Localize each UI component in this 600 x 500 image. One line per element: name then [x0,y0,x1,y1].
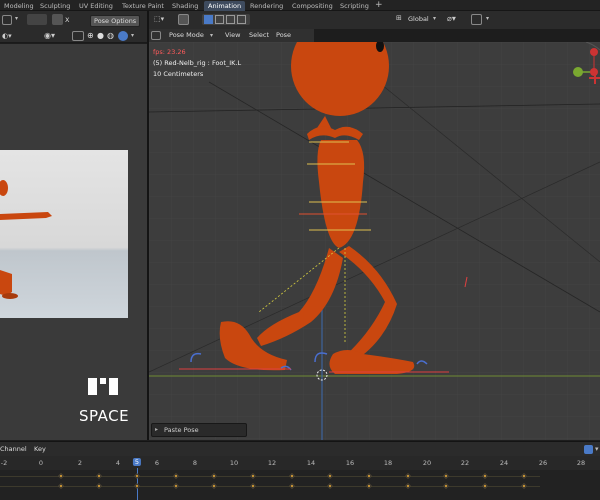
tab-animation[interactable]: Animation [204,1,246,11]
keyframe-row [0,476,540,477]
tab-modeling[interactable]: Modeling [0,1,38,11]
timeline-ruler[interactable] [0,456,600,470]
chevron-down-icon[interactable]: ▾ [15,15,18,22]
viewport-menu-bar: Pose Mode ▾ View Select Pose [149,29,314,42]
tab-shading[interactable]: Shading [168,1,202,11]
fps-readout: fps: 23.26 [153,48,186,56]
editor-type-icon[interactable] [2,15,12,25]
tab-texture-paint[interactable]: Texture Paint [118,1,168,11]
tab-rendering[interactable]: Rendering [246,1,287,11]
select-invert-icon[interactable] [237,15,246,24]
frame-tick: -2 [0,459,8,467]
dopesheet-channels[interactable] [0,470,600,500]
select-extend-icon[interactable] [215,15,224,24]
chevron-down-icon[interactable]: ▾ [210,29,213,42]
x-label: X [65,16,70,24]
brand-text: SPACE [79,407,130,425]
workspace-bar: Modeling Sculpting UV Editing Texture Pa… [0,0,600,11]
tab-compositing[interactable]: Compositing [288,1,337,11]
snap-icon[interactable] [471,14,482,25]
active-object-info: (5) Red-Nelb_rig : Foot_IK.L [153,59,242,67]
frame-tick: 20 [422,459,432,467]
tab-scripting[interactable]: Scripting [336,1,373,11]
frame-tick: 14 [306,459,316,467]
navigation-gizmo-icon[interactable] [566,44,600,94]
pose-options-button[interactable]: Pose Options [90,15,141,27]
render-preview-image [0,150,128,318]
left-editor-header: ▾ X Pose Options [0,11,147,29]
keyframe-row [0,486,540,487]
overlays-icon[interactable]: ◉▾ [44,31,55,40]
select-subtract-icon[interactable] [226,15,235,24]
frame-tick: 18 [383,459,393,467]
transform-orientation-icon: ⊞ [396,14,402,22]
frame-tick: 16 [345,459,355,467]
chevron-down-icon[interactable]: ▾ [486,15,489,22]
xray-icon[interactable] [72,31,84,41]
menu-view[interactable]: View [225,29,240,42]
viewport-header: ⬚▾ ⊞ Global ▾ ⌀▾ ▾ [149,11,600,29]
frame-tick: 24 [499,459,509,467]
solid-shading-icon[interactable]: ● [97,31,104,40]
mode-select[interactable]: Pose Mode [169,29,204,42]
menu-channel[interactable]: Channel [0,443,27,456]
frame-tick: 4 [115,459,121,467]
frame-tick: 28 [576,459,586,467]
wireframe-shading-icon[interactable]: ⊕ [87,31,94,40]
last-operator-label: Paste Pose [164,426,199,434]
editor-type-icon[interactable]: ⬚▾ [154,15,164,23]
grid-scale-info: 10 Centimeters [153,70,204,78]
last-operator-panel[interactable]: ▸ Paste Pose [151,423,247,437]
material-shading-icon[interactable]: ◍ [107,31,114,40]
select-mode-group[interactable] [202,14,250,25]
menu-key[interactable]: Key [34,443,46,456]
pose-mode-icon [151,31,161,40]
chevron-down-icon[interactable]: ▾ [595,445,599,453]
current-frame-indicator[interactable]: 5 [132,458,142,466]
transform-orientation-select[interactable]: Global [408,15,429,23]
chevron-down-icon[interactable]: ▾ [131,32,134,39]
select-new-icon[interactable] [204,15,213,24]
frame-tick: 2 [77,459,83,467]
chevron-down-icon[interactable]: ▾ [433,15,436,22]
select-tool-icon[interactable] [178,14,189,25]
frame-tick: 6 [154,459,160,467]
frame-tick: 10 [229,459,239,467]
overlay-toggle-icon[interactable] [27,14,47,25]
cursor-icon[interactable]: ◐▾ [2,32,12,40]
tab-uv-editing[interactable]: UV Editing [75,1,117,11]
rendered-shading-icon[interactable] [118,31,128,41]
frame-tick: 0 [38,459,44,467]
x-axis-button[interactable] [52,14,63,25]
menu-select[interactable]: Select [249,29,269,42]
add-workspace-icon[interactable]: + [375,0,383,11]
menu-pose[interactable]: Pose [276,29,291,42]
frame-tick: 8 [192,459,198,467]
timeline-header: Channel Key ▾ [0,441,600,456]
pivot-point-icon[interactable]: ⌀▾ [447,14,456,23]
frame-tick: 12 [267,459,277,467]
left-shading-bar: ◐▾ ◉▾ ⊕ ● ◍ ▾ [0,29,147,43]
blender-window: Modeling Sculpting UV Editing Texture Pa… [0,0,600,500]
frame-tick: 22 [460,459,470,467]
frame-tick: 26 [538,459,548,467]
character-rig[interactable] [149,42,600,440]
filter-icon[interactable] [584,445,593,454]
tab-sculpting[interactable]: Sculpting [36,1,74,11]
chevron-right-icon[interactable]: ▸ [155,424,158,436]
